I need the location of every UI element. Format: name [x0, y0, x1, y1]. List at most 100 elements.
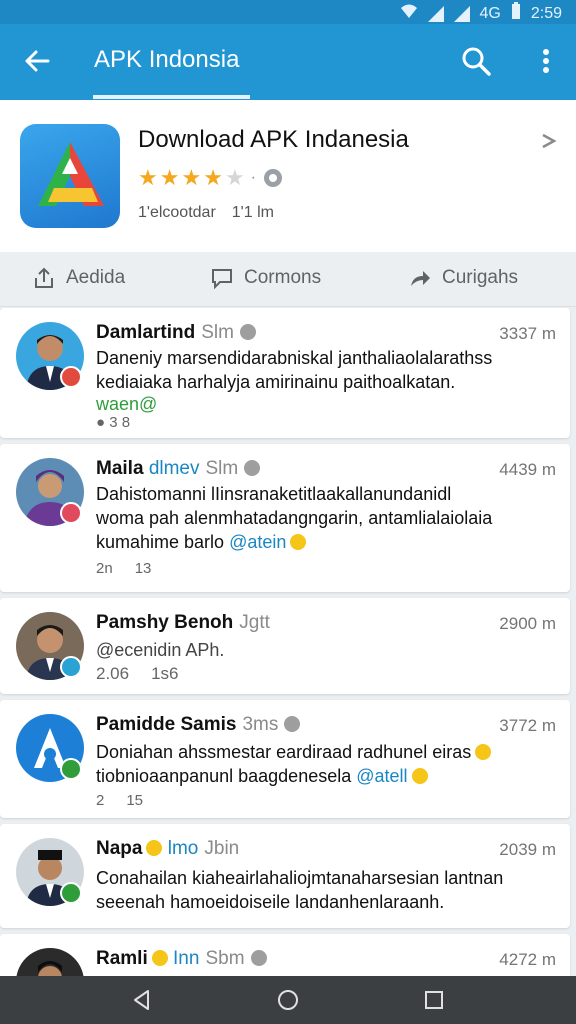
avatar[interactable] [16, 948, 84, 976]
post-stats: 2n 13 [96, 560, 151, 577]
forward-action-label: Curigahs [442, 267, 519, 288]
home-nav-icon[interactable] [276, 988, 300, 1012]
post-text-line: seeenah hamoeidoiseile landanhenlaraanh. [96, 892, 445, 912]
title-underline [93, 95, 250, 99]
star-icon: ★ [181, 165, 202, 190]
avatar[interactable] [16, 714, 84, 782]
signal-icon [427, 5, 444, 22]
post-text-line: kumahime barlo @atein [96, 530, 556, 554]
settings-gear-icon [250, 950, 267, 966]
share-icon [35, 267, 53, 288]
star-icon: ★ [138, 165, 158, 190]
emoji-icon [475, 744, 492, 760]
share-action-label: Aedida [66, 267, 126, 288]
reply-count[interactable]: 13 [135, 560, 152, 577]
app-bar-title: APK Indonsia [94, 46, 240, 73]
post-text-line: Conahailan kiaheairlahaliojmtanaharsesia… [96, 868, 504, 888]
app-logo-icon[interactable] [20, 124, 120, 228]
mention-link[interactable]: @atein [229, 532, 286, 552]
comment-icon [212, 269, 232, 290]
back-nav-icon[interactable] [130, 988, 154, 1012]
separator-dot: · [250, 169, 256, 186]
wifi-icon [400, 3, 418, 24]
app-meta: 1'elcootdar 1'1 lm [138, 204, 274, 222]
settings-gear-icon [244, 460, 261, 476]
post-author: Maila dlmev Slm [96, 458, 261, 480]
app-bar: APK Indonsia [0, 24, 576, 100]
rating-stars: ★ ★ ★ ★ ★ · [138, 166, 284, 190]
reply-count[interactable]: 15 [126, 792, 143, 809]
clock: 2:59 [530, 4, 562, 22]
chevron-icon[interactable] [538, 130, 560, 152]
verified-badge-icon [60, 882, 82, 904]
post-stats: 2 15 [96, 792, 143, 809]
emoji-icon [290, 534, 307, 550]
post-text-line: kediaiaka harhalyja amirinainu paithoalk… [96, 372, 456, 392]
feed-post[interactable]: Pamshy Benoh Jgtt 2900 m @ecenidin APh. 2… [0, 598, 570, 694]
forward-action-button[interactable]: Curigahs [408, 266, 518, 290]
like-count[interactable]: 2.06 [96, 664, 129, 684]
like-count[interactable]: 2n [96, 560, 113, 577]
verified-badge-icon [60, 758, 82, 780]
app-header-card: Download APK Indanesia ★ ★ ★ ★ ★ · 1'elc… [0, 100, 576, 252]
post-author: Ramli Inn Sbm [96, 948, 267, 970]
post-time: 3337 m [499, 324, 556, 343]
post-text-line: tiobnioaanpanunl baagdenesela @atell [96, 764, 556, 788]
feed-post[interactable]: Napa lmo Jbin 2039 m Conahailan kiaheairl… [0, 824, 570, 928]
comments-action-button[interactable]: Cormons [210, 266, 321, 290]
status-badge-icon [60, 366, 82, 388]
comment-feed: Damlartind Slm 3337 m Daneniy marsendidar… [0, 308, 576, 976]
emoji-icon [411, 768, 428, 784]
verified-badge-icon [60, 656, 82, 678]
verified-badge-icon [264, 169, 282, 187]
network-label: 4G [479, 4, 501, 22]
post-stats: ● 3 8 [96, 414, 131, 431]
more-options-icon[interactable] [534, 45, 558, 77]
post-text-line: @ecenidin APh. [96, 640, 225, 660]
half-star-icon: ★ [203, 165, 223, 190]
avatar[interactable] [16, 612, 84, 680]
share-action-button[interactable]: Aedida [32, 266, 125, 290]
avatar[interactable] [16, 458, 84, 526]
post-time: 2039 m [499, 840, 556, 859]
status-bar: 4G 2:59 [0, 0, 576, 24]
avatar[interactable] [16, 322, 84, 390]
settings-gear-icon [284, 716, 301, 732]
post-stats: 2.06 1s6 [96, 664, 179, 684]
feed-post[interactable]: Pamidde Samis 3ms 3772 m Doniahan ahssmes… [0, 700, 570, 818]
feed-post[interactable]: Ramli Inn Sbm 4272 m [0, 934, 570, 976]
mention-link[interactable]: @atell [356, 766, 407, 786]
downloads-label: 1'1 lm [231, 204, 274, 221]
actions-bar: Aedida Cormons Curigahs [0, 252, 576, 307]
recents-nav-icon[interactable] [422, 988, 446, 1012]
post-time: 4272 m [499, 950, 556, 969]
settings-gear-icon [239, 324, 256, 340]
star-icon: ★ [159, 165, 180, 190]
post-text-line: woma pah alenmhatadangngarin, antamliala… [96, 508, 493, 528]
post-author: Pamshy Benoh Jgtt [96, 612, 270, 633]
forward-icon [411, 271, 430, 286]
post-author: Damlartind Slm [96, 322, 256, 344]
post-time: 4439 m [499, 460, 556, 479]
back-arrow-icon[interactable] [22, 46, 52, 76]
like-count[interactable]: 2 [96, 792, 104, 809]
post-text-line: Daneniy marsendidarabniskal janthaliaola… [96, 348, 493, 368]
post-time: 2900 m [499, 614, 556, 633]
feed-post[interactable]: Damlartind Slm 3337 m Daneniy marsendidar… [0, 308, 570, 438]
reply-count[interactable]: 1s6 [151, 664, 178, 684]
avatar[interactable] [16, 838, 84, 906]
developer-label: 1'elcootdar [138, 204, 216, 221]
comments-action-label: Cormons [244, 267, 322, 288]
empty-star-icon: ★ [224, 165, 245, 190]
status-badge-icon [60, 502, 82, 524]
post-author: Napa lmo Jbin [96, 838, 240, 859]
post-text-line: Doniahan ahssmestar eardiraad radhunel e… [96, 740, 556, 764]
app-name: Download APK Indanesia [138, 126, 409, 153]
feed-post[interactable]: Maila dlmev Slm 4439 m Dahistomanni lIins… [0, 444, 570, 592]
search-icon[interactable] [460, 45, 492, 77]
post-time: 3772 m [499, 716, 556, 735]
post-author: Pamidde Samis 3ms [96, 714, 301, 736]
emoji-icon [146, 840, 163, 856]
battery-icon [511, 2, 521, 25]
post-hashtag[interactable]: waen@ [96, 392, 556, 416]
